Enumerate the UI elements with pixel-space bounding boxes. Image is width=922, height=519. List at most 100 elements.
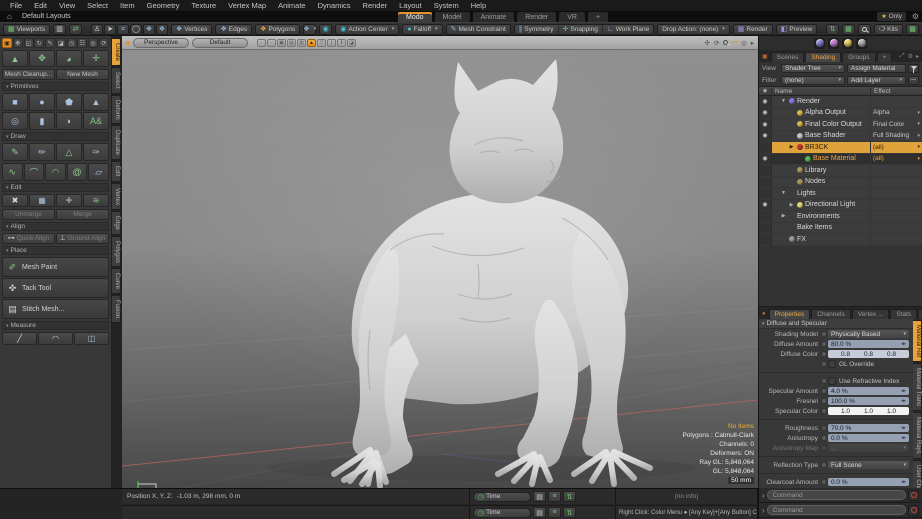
preview-button[interactable]: ◧Preview: [776, 24, 818, 35]
clearcoat-amount-field[interactable]: 0.0 %◂▸: [828, 478, 909, 486]
gargoyle-model[interactable]: [122, 50, 758, 488]
channel-toggle[interactable]: [821, 445, 827, 451]
menu-item[interactable]: Layout: [393, 1, 428, 10]
shader-tree-row[interactable]: ◉ Alpha Output Alpha▾: [759, 108, 922, 120]
falloff-dropdown[interactable]: ●Falloff▾: [402, 24, 442, 35]
auto-select-icon[interactable]: ➤: [104, 24, 116, 35]
layer-effect-cell[interactable]: ▾: [870, 234, 922, 245]
layer-effect-cell[interactable]: ▾: [870, 177, 922, 188]
layout-tab[interactable]: Model: [435, 12, 470, 22]
menu-item[interactable]: View: [53, 1, 81, 10]
draw-tool-button[interactable]: ✎: [2, 143, 28, 161]
home-icon[interactable]: ⌂: [7, 12, 12, 21]
channel-toggle[interactable]: [821, 331, 827, 337]
transform-tool-button[interactable]: ◕: [56, 50, 82, 67]
anisotropy-map-dropdown[interactable]: ...▾: [828, 444, 909, 452]
sidebar-vertical-tab[interactable]: Select: [112, 67, 121, 94]
layout-tab[interactable]: VR: [559, 12, 585, 22]
viewport-toggle-button[interactable]: ▤: [287, 39, 296, 47]
render-button[interactable]: ▦Render: [733, 24, 773, 35]
sidebar-vertical-tab[interactable]: Deform: [112, 95, 121, 125]
sort-icon[interactable]: ⇅: [563, 491, 576, 502]
roughness-field[interactable]: 70.0 %◂▸: [828, 424, 909, 432]
only-filter-button[interactable]: ★Only: [877, 12, 906, 21]
layer-effect-cell[interactable]: ▾: [870, 96, 922, 107]
command-input[interactable]: [767, 490, 906, 500]
viewport-toggle-button[interactable]: ▲: [307, 39, 316, 47]
visibility-toggle[interactable]: ◉: [759, 200, 772, 211]
visibility-toggle[interactable]: ◉: [759, 96, 772, 107]
expand-triangle-icon[interactable]: ▼: [780, 98, 787, 104]
material-preset-button[interactable]: [828, 38, 839, 49]
visibility-toggle[interactable]: ◉: [759, 223, 772, 234]
layer-effect-cell[interactable]: (all)▾: [870, 142, 922, 153]
visibility-toggle[interactable]: ◉: [759, 131, 772, 142]
mode-dropdown[interactable]: ❖▾: [303, 24, 316, 35]
items-mode-icon[interactable]: ♙: [91, 24, 103, 35]
sidebar-vertical-tab[interactable]: Curve: [112, 268, 121, 294]
channel-toggle[interactable]: [821, 341, 827, 347]
layout-tab[interactable]: Render: [517, 12, 556, 22]
viewport-toggle-button[interactable]: ◦: [257, 39, 266, 47]
edit-tool-button[interactable]: ▦: [29, 194, 55, 207]
sidebar-strip-icon[interactable]: ◪: [56, 38, 66, 48]
expand-triangle-icon[interactable]: ▶: [780, 213, 787, 219]
visibility-toggle[interactable]: ◉: [759, 108, 772, 119]
diffuse-amount-field[interactable]: 80.0 %◂▸: [828, 340, 909, 348]
draw-tool-button[interactable]: ✏: [29, 143, 55, 161]
viewport-toggle-button[interactable]: |: [327, 39, 336, 47]
draw-section-header[interactable]: Draw: [2, 132, 109, 141]
sidebar-vertical-tab[interactable]: Fusion: [112, 295, 121, 323]
layer-effect-cell[interactable]: ▾: [870, 165, 922, 176]
diffuse-color-field[interactable]: 0.80.80.8: [828, 350, 909, 358]
transform-tool-button[interactable]: ✛: [83, 50, 109, 67]
visibility-toggle[interactable]: ◉: [759, 234, 772, 245]
shader-tree-row[interactable]: ◉ FX ▾: [759, 234, 922, 246]
reflection-type-dropdown[interactable]: Full Scene▾: [828, 461, 909, 469]
menu-item[interactable]: Vertex Map: [222, 1, 272, 10]
sidebar-strip-icon[interactable]: ⟳: [99, 38, 109, 48]
channel-toggle[interactable]: [821, 425, 827, 431]
shader-panel-tab[interactable]: Groups: [842, 52, 875, 62]
layer-effect-cell[interactable]: Alpha▾: [870, 108, 922, 119]
swap-layout-button[interactable]: ⇄: [69, 24, 82, 35]
channel-toggle[interactable]: [821, 479, 827, 485]
time-dropdown[interactable]: ◷Time: [473, 508, 531, 518]
place-list-item[interactable]: ▤Stitch Mesh...: [2, 299, 109, 319]
draw-tool-button[interactable]: ∿: [2, 163, 23, 181]
viewports-button[interactable]: ▦Viewports: [3, 24, 50, 35]
add-layer-dropdown[interactable]: Add Layer▾: [847, 76, 906, 85]
far-right-grid-button[interactable]: ▦: [906, 24, 919, 35]
polygons-mode-button[interactable]: ❖Polygons: [255, 24, 300, 35]
viewport-canvas[interactable]: No ItemsPolygons : Catmull-ClarkChannels…: [122, 50, 758, 488]
layer-effect-cell[interactable]: ▾: [870, 188, 922, 199]
place-list-item[interactable]: ✐Mesh Paint: [2, 257, 109, 277]
visibility-toggle[interactable]: ◉: [759, 119, 772, 130]
primitive-tool-button[interactable]: ●: [29, 93, 55, 111]
vp-rotate-icon[interactable]: ⟳: [714, 39, 719, 47]
command-input[interactable]: [767, 505, 906, 515]
shader-tree-row[interactable]: ◉ ▶ Environments ▾: [759, 211, 922, 223]
material-preset-button[interactable]: [814, 38, 825, 49]
properties-side-tab[interactable]: Material Trans: [913, 363, 922, 411]
collapse-all-button[interactable]: —: [908, 76, 919, 85]
expand-triangle-icon[interactable]: ▶: [788, 202, 795, 208]
sidebar-vertical-tab[interactable]: Edge: [112, 211, 121, 235]
sidebar-vertical-tab[interactable]: Duplicate: [112, 125, 121, 160]
snapping-button[interactable]: ✛Snapping: [559, 25, 603, 34]
edit-tool-button[interactable]: ✖: [2, 194, 28, 207]
shield-a-icon[interactable]: ❖: [143, 24, 155, 35]
shader-tree-row[interactable]: ◉ ▶ BR3CK (all)▾: [759, 142, 922, 154]
shield-b-icon[interactable]: ❖: [156, 24, 168, 35]
shader-panel-tab[interactable]: +: [877, 52, 893, 62]
shader-tree-row[interactable]: ◉ ▼ Lights ▾: [759, 188, 922, 200]
sort-icon[interactable]: ⇅: [563, 507, 576, 518]
sidebar-vertical-tab[interactable]: Edit: [112, 161, 121, 181]
camera-view-dropdown[interactable]: Perspective: [133, 38, 189, 48]
primitives-section-header[interactable]: Primitives: [2, 82, 109, 91]
shader-tree-row[interactable]: ◉ ▼ Render ▾: [759, 96, 922, 108]
channel-toggle[interactable]: [821, 435, 827, 441]
ground-align-button[interactable]: ⊥Ground Align: [56, 233, 109, 244]
panel-gear-icon[interactable]: ⚙: [908, 53, 913, 60]
record-button[interactable]: [908, 490, 919, 501]
